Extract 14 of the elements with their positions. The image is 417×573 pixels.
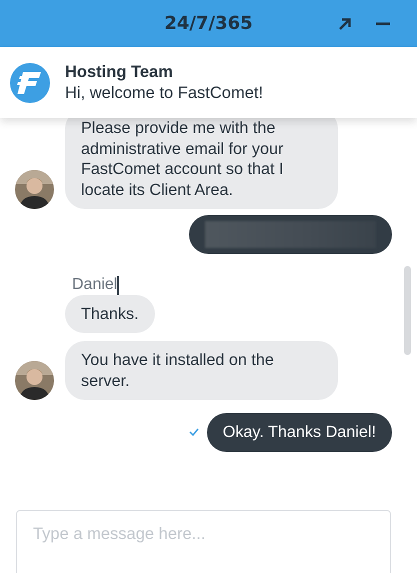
message-bubble: Okay. Thanks Daniel! [206, 413, 392, 452]
message-bubble: Please provide me with the administrative email for your FastComet account so that I locate its Client Area. [65, 118, 338, 209]
minimize-icon [376, 22, 390, 26]
sender-name: Daniel [72, 275, 118, 295]
welcome-text: Hi, welcome to FastComet! [65, 84, 264, 102]
text-cursor-icon [117, 276, 120, 295]
team-name: Hosting Team [65, 62, 174, 82]
message-input[interactable]: Type a message here... [16, 510, 391, 573]
logo-icon [10, 62, 50, 102]
arrow-icon [338, 17, 352, 31]
scrollbar[interactable] [404, 266, 411, 355]
chat-title: 24/7/365 [164, 13, 253, 34]
message-bubble: Thanks. [65, 294, 155, 333]
message-bubble: You have it installed on the server. [65, 341, 338, 400]
